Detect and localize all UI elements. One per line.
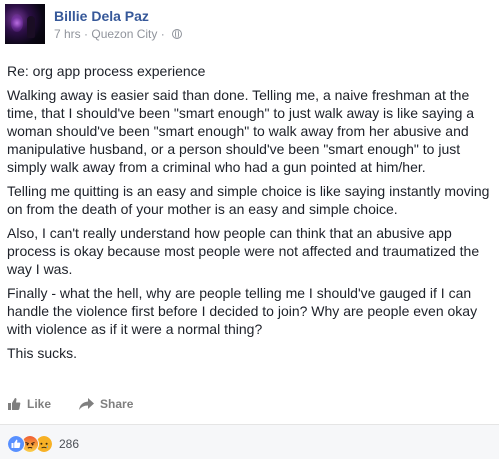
post-paragraph: Walking away is easier said than done. T… [7,87,475,175]
post-paragraph: Telling me quitting is an easy and simpl… [7,183,490,217]
globe-icon[interactable] [172,29,183,39]
post-header: Billie Dela Paz 7 hrs · Quezon City · [5,4,183,48]
avatar-light [11,14,23,32]
share-button[interactable]: Share [79,397,133,411]
post-body: Re: org app process experience Walking a… [7,62,495,368]
like-reaction-icon [7,435,25,453]
reaction-count[interactable]: 286 [59,437,79,451]
post-subline: 7 hrs · Quezon City · [54,27,183,41]
like-button[interactable]: Like [7,397,51,411]
post-location[interactable]: Quezon City [91,27,157,41]
meta-separator: · [157,27,169,41]
meta-separator: · [80,27,92,41]
post-actions: Like Share [7,397,161,411]
facebook-post: Billie Dela Paz 7 hrs · Quezon City · Re… [0,0,499,459]
post-paragraph: Re: org app process experience [7,63,206,79]
reaction-summary[interactable]: 286 [7,435,79,453]
share-label: Share [100,397,134,411]
post-paragraph: Finally - what the hell, why are people … [7,285,478,337]
like-label: Like [27,397,52,411]
author-name[interactable]: Billie Dela Paz [54,8,182,24]
post-meta: Billie Dela Paz 7 hrs · Quezon City · [54,4,183,41]
post-paragraph: Also, I can't really understand how peop… [7,225,480,277]
thumbs-up-icon [8,398,21,410]
author-avatar[interactable] [5,4,45,44]
post-paragraph: This sucks. [7,345,78,361]
reactions-bar: 286 [0,424,499,459]
avatar-figure [27,16,35,38]
post-time[interactable]: 7 hrs [54,27,81,41]
share-arrow-icon [79,397,95,410]
